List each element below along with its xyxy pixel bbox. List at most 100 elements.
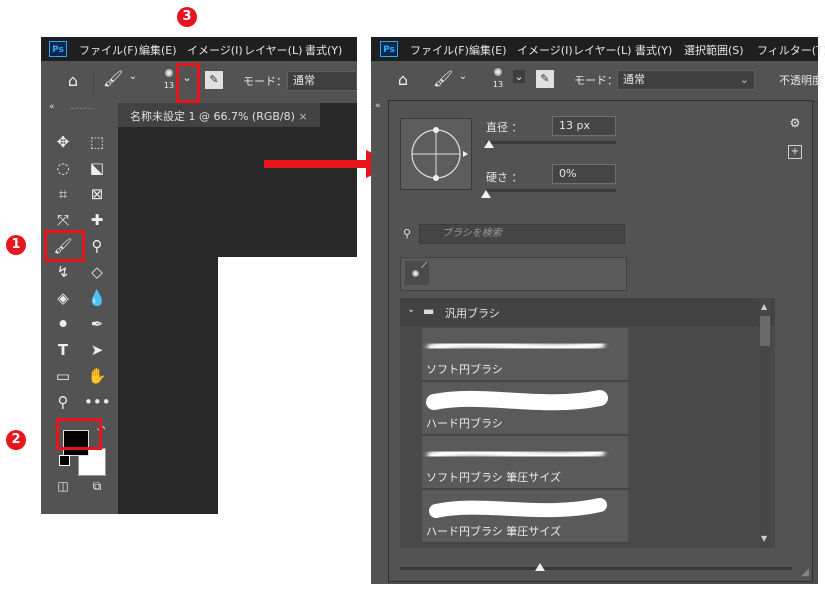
brush-name: ソフト円ブラシ 筆圧サイズ [426,471,561,484]
brush-group-header[interactable]: ⌄ ▬ 汎用ブラシ [400,298,775,326]
new-preset-icon[interactable]: + [788,145,802,159]
chevron-down-icon: ⌄ [739,73,749,86]
document-tab[interactable]: 名称未設定 1 @ 66.7% (RGB/8) × [118,103,320,127]
close-tab-icon[interactable]: × [298,110,307,123]
type-tool-icon[interactable]: T [50,339,76,361]
stamp-tool-icon[interactable]: ⚲ [84,235,110,257]
brush-list-scrollbar[interactable]: ▲ ▼ [759,298,771,548]
brush-stroke-preview [427,339,605,353]
grip-icon[interactable] [71,108,93,112]
history-brush-tool-icon[interactable]: ↯ [50,261,76,283]
brush-name: ソフト円ブラシ [426,363,503,376]
path-select-tool-icon[interactable]: ➤ [84,339,110,361]
menu-layer[interactable]: レイヤー(L) [244,42,302,58]
menu-type[interactable]: 書式(Y) [635,42,672,58]
chevron-down-icon[interactable]: ⌄ [457,71,469,82]
menu-filter[interactable]: フィルター(T) [757,42,825,58]
mode-select[interactable]: 通常 [287,71,357,91]
menu-bar: Ps ファイル(F) 編集(E) イメージ(I) レイヤー(L) 書式(Y) 選… [371,37,825,61]
home-icon[interactable]: ⌂ [63,71,83,90]
highlight-brush-tool [44,230,85,262]
rectangle-tool-icon[interactable]: ▭ [50,365,76,387]
pen-tool-icon[interactable]: ✒ [84,313,110,335]
brush-name: ハード円ブラシ [426,417,503,430]
paint-bucket-tool-icon[interactable]: ◈ [50,287,76,309]
size-slider-track[interactable] [486,141,616,144]
mode-select[interactable]: 通常 ⌄ [617,70,755,90]
brush-search-input[interactable]: ブラシを検索 [419,224,625,244]
highlight-brush-picker [176,63,200,103]
chevron-down-icon[interactable]: ⌄ [407,304,415,315]
menu-image[interactable]: イメージ(I) [517,42,573,58]
preview-size-slider-knob[interactable] [535,563,545,571]
resize-grip-icon[interactable]: ◢ [801,567,809,578]
brush-tool-icon[interactable]: 🖌 [103,69,123,88]
screen-mode-icon[interactable]: ⧉ [84,475,110,497]
home-icon[interactable]: ⌂ [393,70,413,89]
right-screenshot: Ps ファイル(F) 編集(E) イメージ(I) レイヤー(L) 書式(Y) 選… [371,37,825,584]
hand-tool-icon[interactable]: ✋ [84,365,110,387]
menu-image[interactable]: イメージ(I) [187,42,243,58]
eraser-tool-icon[interactable]: ◇ [84,261,110,283]
photoshop-logo: Ps [49,41,67,57]
blur-tool-icon[interactable]: 💧 [84,287,110,309]
dodge-tool-icon[interactable]: ⚫ [50,313,76,335]
eyedropper-tool-icon[interactable]: ⤧ [50,209,76,231]
brush-stroke-preview [427,447,605,461]
gear-icon[interactable]: ⚙ [787,116,803,130]
crop-tool-icon[interactable]: ⌗ [50,183,76,205]
brush-picker-dropdown[interactable]: ⌄ [513,70,525,83]
chevron-down-icon[interactable]: ⌄ [127,71,139,82]
badge-2: 2 [6,430,26,450]
hardness-slider-knob[interactable] [481,190,491,198]
size-slider-knob[interactable] [483,140,494,148]
menu-edit[interactable]: 編集(E) [139,42,177,58]
brush-item-soft-round-pressure[interactable]: ソフト円ブラシ 筆圧サイズ [422,436,628,490]
brush-item-hard-round-pressure[interactable]: ハード円ブラシ 筆圧サイズ [422,490,628,544]
hardness-field[interactable]: 0% [552,164,616,184]
scrollbar-thumb[interactable] [760,316,770,346]
scroll-up-icon[interactable]: ▲ [761,302,767,311]
lasso-tool-icon[interactable]: ◌ [50,157,76,179]
object-select-tool-icon[interactable]: ⬕ [84,157,110,179]
brush-preview-icon [494,68,502,76]
menu-file[interactable]: ファイル(F) [79,42,138,58]
recent-brush-item[interactable]: ⟋ [405,261,429,285]
mode-label: モード： [574,74,618,87]
size-label: 直径 ： [486,121,523,134]
divider [93,70,94,94]
menu-edit[interactable]: 編集(E) [469,42,507,58]
hardness-slider-track[interactable] [486,189,616,192]
hardness-label: 硬さ ： [486,171,523,184]
document-title: 名称未設定 1 @ 66.7% (RGB/8) × [130,110,308,123]
size-field[interactable]: 13 px [552,116,616,136]
frame-tool-icon[interactable]: ⊠ [84,183,110,205]
zoom-tool-icon[interactable]: ⚲ [50,391,76,413]
marquee-tool-icon[interactable]: ⬚ [84,131,110,153]
scroll-down-icon[interactable]: ▼ [761,534,767,543]
menu-layer[interactable]: レイヤー(L) [573,42,631,58]
brush-item-hard-round[interactable]: ハード円ブラシ [422,382,628,436]
preview-size-slider-track[interactable] [400,567,792,570]
default-colors-icon[interactable] [59,455,70,466]
opacity-label: 不透明度 [779,74,823,87]
brush-tip-preview[interactable] [400,118,472,190]
brush-settings-icon[interactable]: ✎ [536,70,554,88]
more-tools-icon[interactable]: ••• [84,391,111,413]
brush-tool-icon[interactable]: 🖌 [433,69,453,88]
quick-mask-icon[interactable]: ◫ [50,475,76,497]
healing-brush-tool-icon[interactable]: ✚ [84,209,110,231]
options-bar: ⌂ 🖌 ⌄ 13 ⌄ ✎ モード： 通常 ⌄ 不透明度 [371,61,823,102]
brush-item-soft-round[interactable]: ソフト円ブラシ [422,328,628,382]
collapse-icon[interactable]: « [49,102,55,112]
collapse-icon[interactable]: « [375,101,381,111]
menu-type[interactable]: 書式(Y) [305,42,342,58]
move-tool-icon[interactable]: ✥ [50,131,76,153]
menu-select[interactable]: 選択範囲(S) [684,42,744,58]
toolbar-strip: « [371,101,388,584]
brush-stroke-preview [429,498,607,518]
menu-bar: Ps ファイル(F) 編集(E) イメージ(I) レイヤー(L) 書式(Y) [41,37,357,61]
brush-settings-icon[interactable]: ✎ [205,71,223,89]
photoshop-logo: Ps [380,41,398,57]
menu-file[interactable]: ファイル(F) [410,42,469,58]
